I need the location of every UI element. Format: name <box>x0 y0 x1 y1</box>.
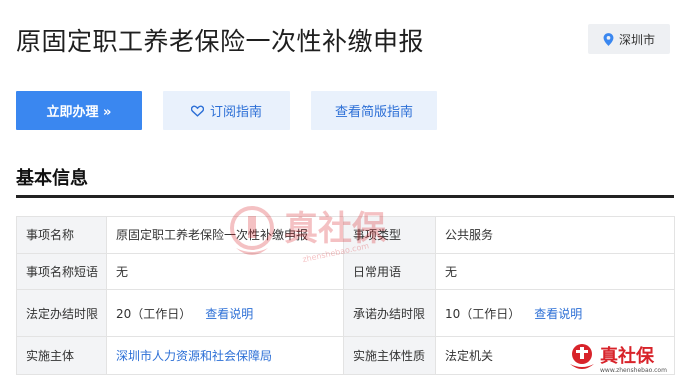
legal-time-limit-value: 20（工作日） <box>116 306 192 321</box>
brand-logo: 真社保 www.zhenshebao.com <box>570 344 667 374</box>
heart-icon <box>190 105 204 117</box>
location-label: 深圳市 <box>618 32 655 47</box>
common-term-label: 日常用语 <box>343 252 436 290</box>
subscribe-guide-button[interactable]: 订阅指南 <box>163 91 290 130</box>
table-row: 事项名称短语 无 日常用语 无 <box>16 252 675 290</box>
location-pin-icon <box>603 32 614 46</box>
item-name-label: 事项名称 <box>16 216 107 254</box>
table-row: 法定办结时限 20（工作日） 查看说明 承诺办结时限 10（工作日） 查看说明 <box>16 289 675 337</box>
promised-time-limit-label: 承诺办结时限 <box>343 289 436 337</box>
apply-now-label: 立即办理 » <box>46 105 112 120</box>
subscribe-guide-label: 订阅指南 <box>209 105 262 120</box>
brand-emblem-icon <box>570 344 594 369</box>
implementing-body-label: 实施主体 <box>16 336 107 375</box>
legal-time-limit-label: 法定办结时限 <box>16 289 107 337</box>
item-name-value: 原固定职工养老保险一次性补缴申报 <box>106 216 344 254</box>
view-simple-guide-button[interactable]: 查看简版指南 <box>311 91 437 130</box>
table-row: 事项名称 原固定职工养老保险一次性补缴申报 事项类型 公共服务 <box>16 216 675 254</box>
implementing-body-link[interactable]: 深圳市人力资源和社会保障局 <box>116 349 272 363</box>
page-title: 原固定职工养老保险一次性补缴申报 <box>16 27 425 56</box>
brand-logo-text: 真社保 <box>600 345 655 367</box>
promised-time-limit-cell: 10（工作日） 查看说明 <box>435 289 675 337</box>
body-nature-label: 实施主体性质 <box>343 336 436 375</box>
item-type-value: 公共服务 <box>435 216 675 254</box>
legal-time-limit-details-link[interactable]: 查看说明 <box>205 307 253 321</box>
short-name-value: 无 <box>106 252 344 290</box>
item-type-label: 事项类型 <box>343 216 436 254</box>
section-divider <box>16 195 674 198</box>
view-simple-guide-label: 查看简版指南 <box>334 105 413 120</box>
section-title: 基本信息 <box>16 168 88 189</box>
common-term-value: 无 <box>435 252 675 290</box>
legal-time-limit-cell: 20（工作日） 查看说明 <box>106 289 344 337</box>
apply-now-button[interactable]: 立即办理 » <box>16 91 142 130</box>
promised-time-limit-value: 10（工作日） <box>445 306 521 321</box>
implementing-body-cell: 深圳市人力资源和社会保障局 <box>106 336 344 375</box>
short-name-label: 事项名称短语 <box>16 252 107 290</box>
location-selector[interactable]: 深圳市 <box>588 24 670 54</box>
brand-logo-url: www.zhenshebao.com <box>600 367 667 374</box>
promised-time-limit-details-link[interactable]: 查看说明 <box>534 307 582 321</box>
